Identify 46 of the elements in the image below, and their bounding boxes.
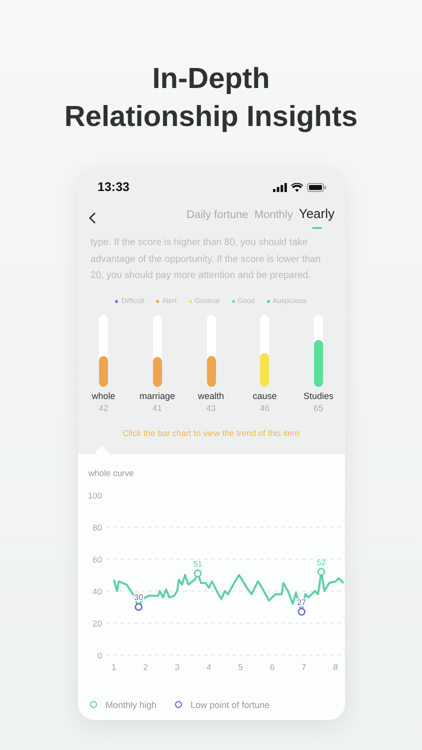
bar-value: 42 [98, 402, 108, 412]
chart-title: whole curve [88, 468, 135, 478]
bar-label: Studies [303, 390, 334, 400]
bar-track[interactable] [206, 314, 216, 386]
point-value: 52 [316, 557, 326, 566]
y-tick-label: 40 [92, 586, 102, 596]
y-tick-label: 80 [92, 522, 102, 532]
tab[interactable]: Monthly [254, 209, 293, 229]
legend-label: Monthly high [106, 700, 157, 710]
bar-track[interactable] [314, 314, 323, 386]
headline: In-Depth [151, 62, 271, 97]
x-tick-label: 6 [269, 662, 274, 672]
bar-label: marriage [139, 390, 175, 400]
bar-value: 41 [152, 402, 162, 412]
y-tick-label: 60 [92, 554, 102, 564]
x-tick-label: 4 [206, 662, 211, 672]
bar-track[interactable] [99, 314, 108, 386]
x-tick-label: 1 [111, 662, 116, 672]
legend-label: Low point of fortune [190, 700, 270, 710]
hint-text: Click the bar chart to view the trend of this item [122, 428, 300, 438]
x-tick-label: 8 [332, 662, 338, 672]
tab[interactable]: Yearly [298, 206, 334, 229]
wifi-icon [290, 182, 302, 192]
point-value: 30 [134, 592, 143, 602]
x-tick-label: 5 [238, 662, 242, 672]
y-tick-label: 100 [87, 490, 102, 500]
y-tick-label: 0 [96, 650, 102, 660]
bar-label: whole [92, 390, 116, 400]
x-tick-label: 7 [300, 662, 306, 672]
bar-value: 65 [314, 402, 324, 412]
headline: Relationship Insights [63, 100, 359, 135]
status-time: 13:33 [98, 180, 130, 194]
bar-track[interactable] [152, 314, 162, 386]
bar-label: cause [252, 390, 277, 400]
x-tick-label: 3 [174, 662, 180, 672]
x-tick-label: 2 [142, 662, 148, 672]
bar-value: 43 [206, 402, 216, 412]
tab[interactable]: Daily fortune [186, 209, 248, 229]
y-tick-label: 20 [92, 618, 102, 628]
bar-value: 46 [260, 402, 270, 412]
signal-icon [272, 182, 286, 192]
back-icon[interactable] [88, 212, 96, 224]
bar-label: wealth [198, 390, 224, 400]
battery-icon [306, 182, 326, 192]
point-value: 51 [192, 558, 202, 568]
bar-track[interactable] [260, 314, 270, 386]
